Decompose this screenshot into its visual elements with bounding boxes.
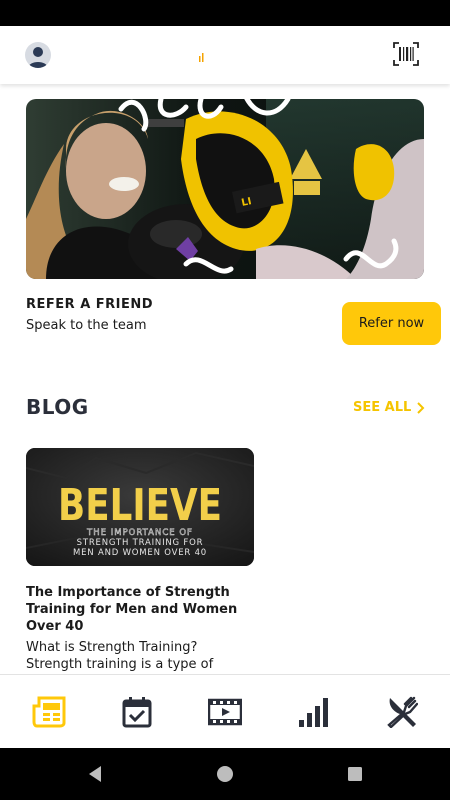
blog-image-subline-1: THE IMPORTANCE OF [86, 528, 193, 538]
refer-title: REFER A FRIEND [26, 297, 154, 312]
home-content: LI REFER A FRIEND Speak to the team Refe… [0, 84, 450, 674]
blog-post-image[interactable]: BELIEVE THE IMPORTANCE OF STRENGTH TRAIN… [26, 448, 254, 566]
profile-avatar[interactable] [25, 42, 51, 68]
barcode-icon[interactable] [393, 42, 419, 66]
bar-chart-icon [299, 698, 328, 727]
see-all-label: SEE ALL [353, 400, 412, 415]
blog-post-excerpt: What is Strength Training? Strength trai… [26, 640, 214, 672]
blog-heading: BLOG [26, 395, 89, 419]
brand-logo-icon [198, 48, 206, 62]
news-icon [32, 696, 66, 728]
fork-knife-icon [387, 696, 418, 728]
recents-icon[interactable] [345, 764, 365, 784]
nav-tab-stats[interactable] [296, 694, 332, 730]
refer-subtitle: Speak to the team [26, 318, 147, 333]
blog-image-subline-2: STRENGTH TRAINING FOR [77, 538, 204, 548]
bottom-nav [0, 674, 450, 748]
blog-image-subline-3: MEN AND WOMEN OVER 40 [73, 548, 207, 558]
blog-image-headline: BELIEVE [58, 480, 222, 531]
nav-tab-videos[interactable] [207, 694, 243, 730]
app-header [0, 26, 450, 84]
status-bar [0, 0, 450, 26]
calendar-check-icon [122, 697, 152, 728]
video-icon [208, 698, 242, 726]
user-icon [28, 47, 48, 68]
blog-post-title[interactable]: The Importance of Strength Training for … [26, 584, 241, 635]
android-nav-bar [0, 748, 450, 800]
back-icon[interactable] [85, 764, 105, 784]
home-icon[interactable] [215, 764, 235, 784]
nav-tab-news[interactable] [31, 694, 67, 730]
refer-now-button[interactable]: Refer now [342, 302, 441, 345]
nav-tab-nutrition[interactable] [384, 694, 420, 730]
nav-tab-schedule[interactable] [119, 694, 155, 730]
refer-hero-image[interactable]: LI [26, 99, 424, 279]
see-all-link[interactable]: SEE ALL [353, 400, 425, 415]
chevron-right-icon [417, 401, 425, 414]
